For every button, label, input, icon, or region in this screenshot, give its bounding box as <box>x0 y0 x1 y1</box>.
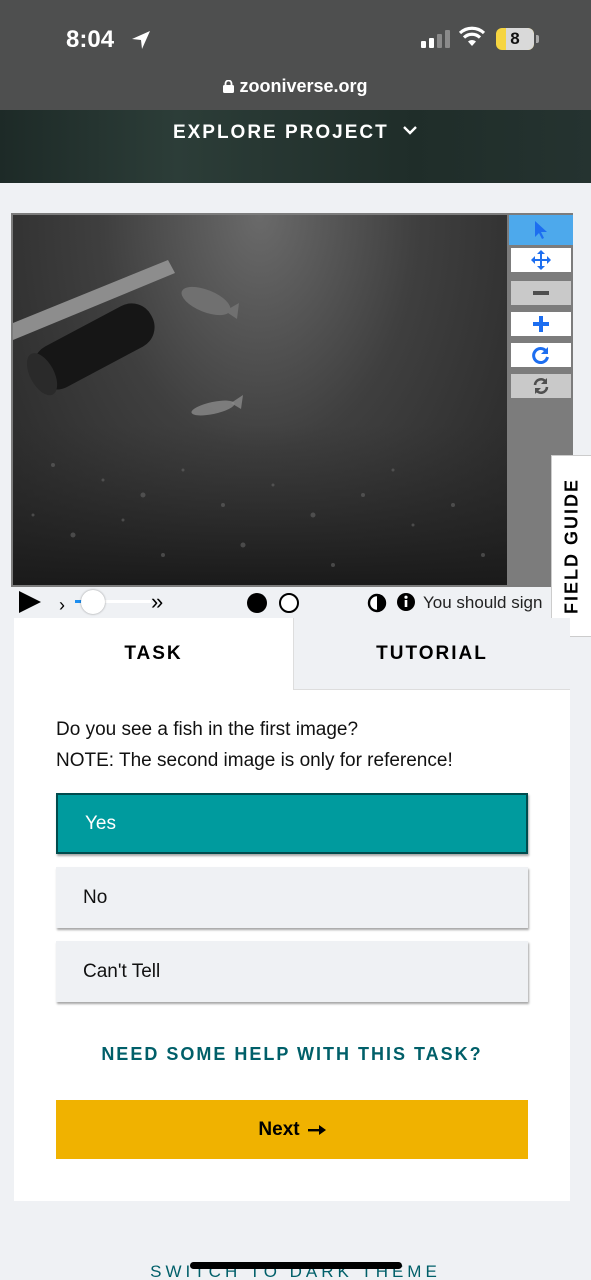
battery-cap <box>536 35 539 43</box>
cellular-signal-icon <box>421 30 450 48</box>
location-arrow-icon <box>132 31 150 49</box>
answer-yes-button[interactable]: Yes <box>56 793 528 854</box>
battery-indicator: 8 <box>496 28 534 50</box>
fast-speed-icon: » <box>151 589 164 614</box>
next-button[interactable]: Next <box>56 1100 528 1159</box>
reset-icon <box>533 378 549 394</box>
contrast-icon[interactable] <box>367 593 387 613</box>
pointer-tool-button[interactable] <box>509 215 573 245</box>
slow-speed-icon: › <box>59 595 65 615</box>
rotate-icon <box>532 347 549 364</box>
help-link[interactable]: NEED SOME HELP WITH THIS TASK? <box>14 1044 570 1065</box>
address-bar[interactable]: zooniverse.org <box>0 76 591 97</box>
project-header: EXPLORE PROJECT <box>0 110 591 183</box>
wifi-icon <box>458 26 486 46</box>
frame-1-dot[interactable] <box>247 593 267 613</box>
pointer-icon <box>535 221 547 239</box>
sign-in-notice: You should sign <box>423 593 543 612</box>
zoom-out-button[interactable] <box>511 281 571 305</box>
frame-2-dot[interactable] <box>279 593 299 613</box>
answer-cant-tell-button[interactable]: Can't Tell <box>56 941 528 1002</box>
play-icon[interactable] <box>18 590 42 614</box>
status-time: 8:04 <box>66 26 115 53</box>
speed-slider-thumb[interactable] <box>81 590 106 614</box>
explore-project-label: EXPLORE PROJECT <box>172 122 389 143</box>
subject-image[interactable] <box>11 213 509 587</box>
answer-no-button[interactable]: No <box>56 867 528 928</box>
move-tool-button[interactable] <box>511 248 571 272</box>
next-label: Next <box>258 1118 300 1140</box>
frame-player-controls: › » You should sign <box>11 587 551 617</box>
browser-chrome: 8:04 8 zooniverse.org <box>0 0 591 110</box>
question-line-2: NOTE: The second image is only for refer… <box>56 750 453 771</box>
reset-button[interactable] <box>511 374 571 398</box>
zoom-out-icon <box>533 291 549 295</box>
lock-icon <box>223 80 235 93</box>
url-text: zooniverse.org <box>239 76 368 96</box>
tab-task[interactable]: TASK <box>14 618 293 690</box>
move-icon <box>531 250 551 270</box>
question-line-1: Do you see a fish in the first image? <box>56 719 359 740</box>
field-guide-tab[interactable]: FIELD GUIDE <box>551 455 591 637</box>
chevron-down-icon <box>403 126 417 135</box>
zoom-in-icon <box>533 316 549 332</box>
arrow-right-icon <box>307 1124 326 1135</box>
zoom-in-button[interactable] <box>511 312 571 336</box>
home-indicator <box>190 1262 402 1269</box>
info-icon[interactable] <box>396 592 416 612</box>
tab-tutorial[interactable]: TUTORIAL <box>293 618 570 690</box>
rotate-button[interactable] <box>511 343 571 367</box>
explore-project-button[interactable]: EXPLORE PROJECT <box>0 122 591 144</box>
task-question: Do you see a fish in the first image? NO… <box>56 714 453 776</box>
field-guide-label: FIELD GUIDE <box>561 477 581 615</box>
task-panel: TASK TUTORIAL Do you see a fish in the f… <box>14 618 570 1201</box>
underwater-fish-photo <box>13 260 507 585</box>
